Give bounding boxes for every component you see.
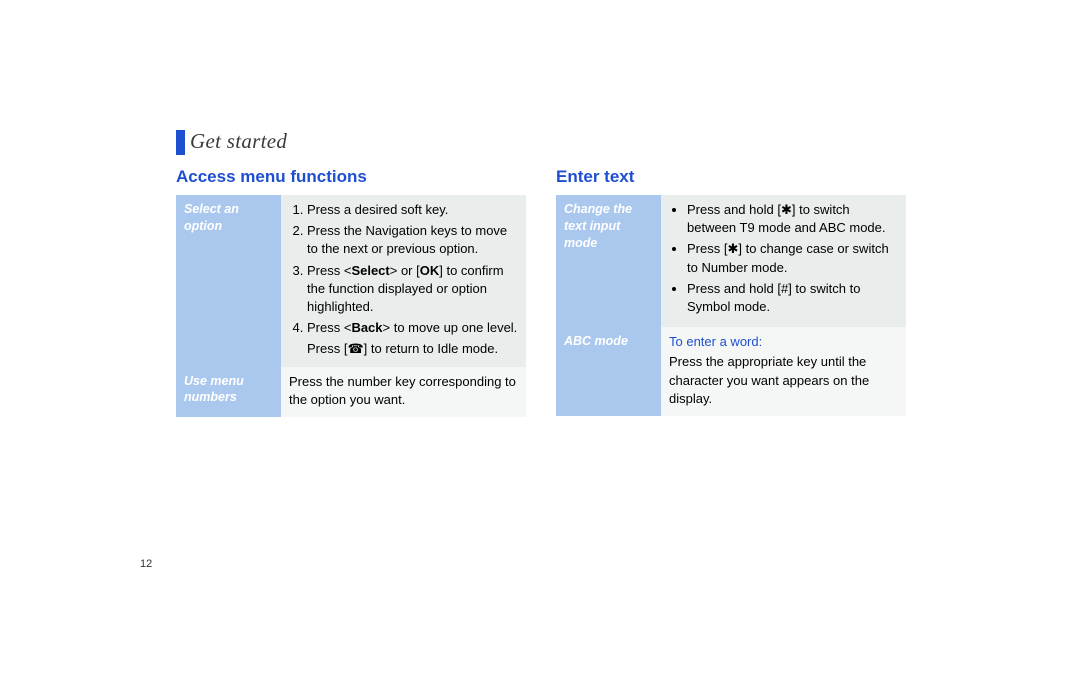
bullet-item: Press and hold [✱] to switch between T9 …	[687, 201, 898, 237]
phone-icon: ☎	[347, 341, 363, 356]
left-column: Access menu functions Select an option P…	[176, 167, 526, 417]
manual-page: Get started Access menu functions Select…	[0, 0, 1080, 696]
right-heading: Enter text	[556, 167, 906, 187]
step-item: Press <Select> or [OK] to confirm the fu…	[307, 262, 518, 317]
bullet-item: Press and hold [#] to switch to Symbol m…	[687, 280, 898, 316]
table-row: Select an option Press a desired soft ke…	[176, 195, 526, 367]
access-menu-table: Select an option Press a desired soft ke…	[176, 195, 526, 417]
step-item: Press <Back> to move up one level.	[307, 319, 518, 337]
section-title: Get started	[190, 129, 287, 154]
return-idle-note: Press [☎] to return to Idle mode.	[307, 340, 518, 358]
cell-body: Press and hold [✱] to switch between T9 …	[661, 195, 906, 327]
star-icon: ✱	[781, 202, 792, 217]
step-item: Press a desired soft key.	[307, 201, 518, 219]
columns-wrapper: Access menu functions Select an option P…	[176, 167, 906, 417]
left-heading: Access menu functions	[176, 167, 526, 187]
step-item: Press the Navigation keys to move to the…	[307, 222, 518, 258]
star-icon: ✱	[727, 241, 738, 256]
table-row: ABC mode To enter a word: Press the appr…	[556, 327, 906, 416]
side-label: ABC mode	[556, 327, 661, 416]
side-label: Change the text input mode	[556, 195, 661, 327]
page-number: 12	[140, 558, 152, 570]
enter-text-table: Change the text input mode Press and hol…	[556, 195, 906, 416]
side-label: Use menu numbers	[176, 367, 281, 417]
table-row: Use menu numbers Press the number key co…	[176, 367, 526, 417]
right-column: Enter text Change the text input mode Pr…	[556, 167, 906, 417]
cell-body: To enter a word: Press the appropriate k…	[661, 327, 906, 416]
steps-list: Press a desired soft key. Press the Navi…	[289, 201, 518, 337]
section-tab	[176, 130, 185, 155]
blue-subheading: To enter a word:	[669, 333, 898, 351]
side-label: Select an option	[176, 195, 281, 367]
cell-body: Press the number key corresponding to th…	[281, 367, 526, 417]
table-row: Change the text input mode Press and hol…	[556, 195, 906, 327]
bullet-list: Press and hold [✱] to switch between T9 …	[669, 201, 898, 316]
bullet-item: Press [✱] to change case or switch to Nu…	[687, 240, 898, 276]
cell-body: Press a desired soft key. Press the Navi…	[281, 195, 526, 367]
abc-mode-body: Press the appropriate key until the char…	[669, 353, 898, 408]
